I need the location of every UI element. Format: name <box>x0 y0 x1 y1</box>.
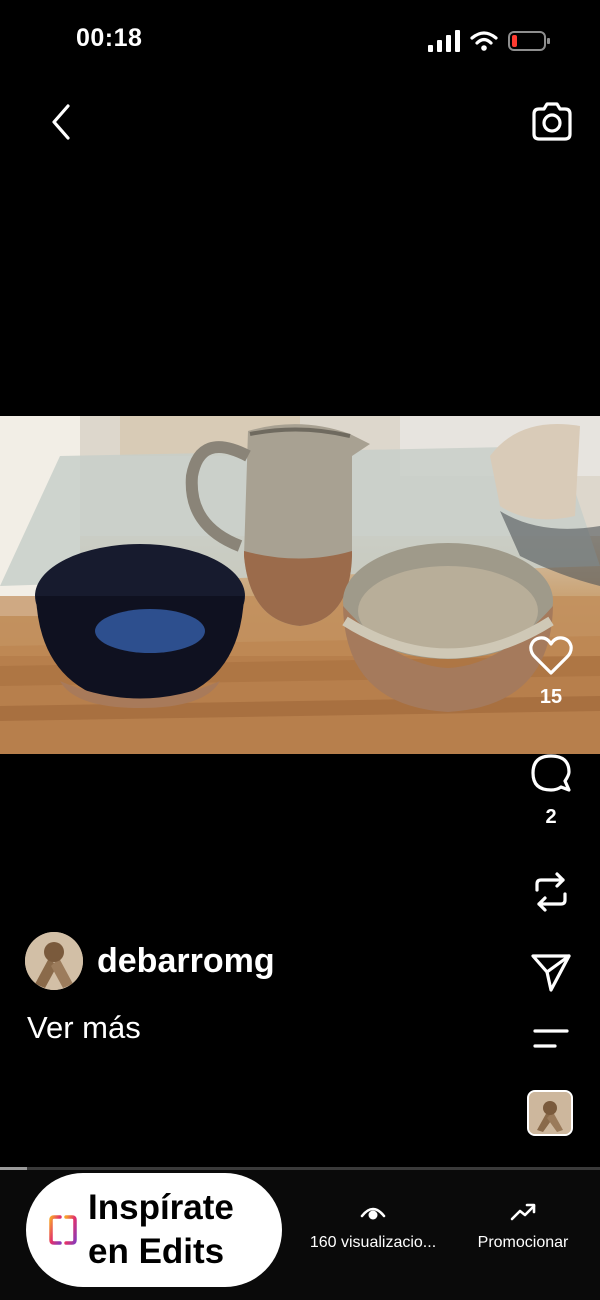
post-media[interactable] <box>0 416 600 754</box>
send-icon <box>531 954 571 992</box>
status-icons <box>428 28 550 54</box>
like-count: 15 <box>539 686 563 708</box>
trending-up-icon <box>510 1203 536 1221</box>
username[interactable]: debarromg <box>97 942 275 981</box>
avatar[interactable] <box>25 932 83 990</box>
camera-button[interactable] <box>528 98 576 146</box>
promote-button[interactable]: Promocionar <box>468 1200 578 1252</box>
hands-sculpture-avatar <box>25 932 83 990</box>
status-time: 00:18 <box>76 24 143 52</box>
eye-icon <box>360 1207 386 1220</box>
promote-label: Promocionar <box>477 1234 569 1251</box>
edits-promo-text: Inspírate en Edits <box>88 1186 234 1274</box>
heart-icon <box>529 636 573 675</box>
comment-button[interactable]: 2 <box>521 752 581 829</box>
edits-promo-button[interactable]: Inspírate en Edits <box>26 1173 282 1287</box>
views-label: 160 visualizacio... <box>309 1234 437 1251</box>
battery-low-icon <box>508 31 550 51</box>
see-more-link[interactable]: Ver más <box>27 1010 141 1046</box>
more-options-button[interactable] <box>521 1026 581 1052</box>
back-chevron-icon <box>52 104 70 140</box>
back-button[interactable] <box>40 100 84 144</box>
menu-icon <box>533 1029 569 1048</box>
comment-count: 2 <box>545 806 557 828</box>
views-button[interactable]: 160 visualizacio... <box>300 1200 446 1252</box>
like-button[interactable]: 15 <box>521 636 581 709</box>
edits-promo-line1: Inspírate <box>88 1188 234 1228</box>
hands-sculpture-thumbnail <box>529 1092 571 1134</box>
repost-button[interactable] <box>521 870 581 914</box>
audio-thumbnail[interactable] <box>527 1090 573 1136</box>
repost-icon <box>535 872 567 912</box>
camera-icon <box>532 102 572 141</box>
edits-promo-line2: en Edits <box>88 1232 225 1271</box>
comment-icon <box>531 754 571 792</box>
wifi-icon <box>470 31 498 51</box>
ceramics-photo <box>0 416 600 754</box>
edits-logo-icon <box>49 1213 77 1247</box>
author-row[interactable]: debarromg <box>25 932 275 990</box>
send-button[interactable] <box>521 950 581 994</box>
signal-icon <box>428 30 460 52</box>
